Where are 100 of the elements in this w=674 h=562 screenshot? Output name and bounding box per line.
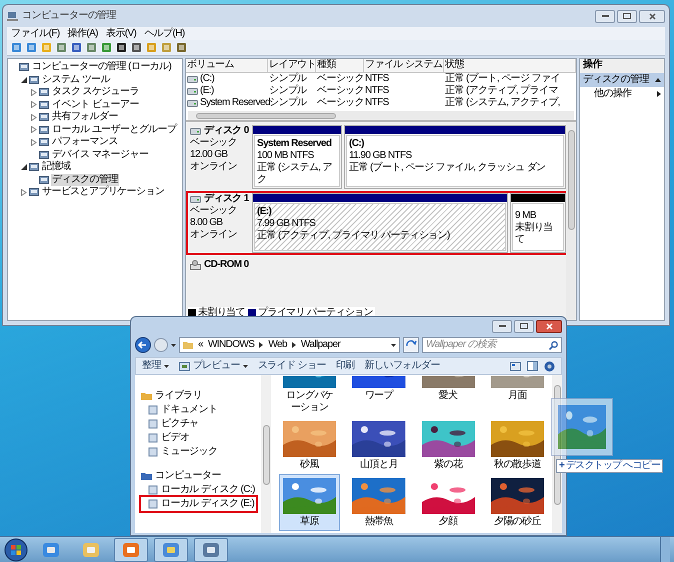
address-bar[interactable]: « WINDOWS Web Wallpaper [179,337,400,353]
column-header[interactable]: 種類 [316,59,364,72]
window-title: コンピューターの管理 [22,10,118,22]
close-button[interactable] [536,320,562,332]
toolbar-icon[interactable] [116,42,127,53]
menu-item[interactable]: 操作(A) [68,28,98,40]
vertical-scrollbar[interactable] [566,122,576,320]
tree-item[interactable]: デバイス マネージャー [51,148,150,161]
thumbnail[interactable]: 草原 [279,474,340,531]
thumbnail[interactable]: 山頂と月 [348,417,410,474]
column-header[interactable]: ボリューム [186,59,268,72]
collapse-arrow-icon[interactable] [21,164,27,170]
tree-item[interactable]: タスク スケジューラ [51,86,140,98]
thumbnail[interactable]: 砂風 [279,417,340,474]
view-icon[interactable] [510,362,521,370]
table-cell: (E:) [200,85,214,97]
nav-item[interactable]: ローカル ディスク (C:) [141,483,257,497]
minimize-button[interactable] [492,320,512,332]
toolbar-button[interactable]: スライド ショー [258,360,326,372]
collapse-arrow-icon[interactable] [21,76,27,83]
show-desktop-button[interactable] [660,536,670,562]
tree-item[interactable]: システム ツール [41,74,111,86]
close-button[interactable] [639,10,665,22]
tree-item[interactable]: ローカル ユーザーとグループ [51,124,178,136]
menu-item[interactable]: ヘルプ(H) [144,28,185,40]
help-icon[interactable] [544,360,555,372]
partition-name: (E:) [257,206,272,218]
table-cell: ベーシック [317,73,364,85]
nav-item[interactable]: ビデオ [141,431,192,445]
tree-item[interactable]: コンピューターの管理 (ローカル) [31,61,172,74]
close-icon [648,12,656,20]
thumbnail[interactable]: 月面 [486,375,548,417]
nav-item[interactable]: ローカル ディスク (E:) [141,497,256,511]
partition[interactable]: (C:) 11.90 GB NTFS 正常 (ブート, ページ ファイル, クラッシュ ダン [344,125,566,189]
column-header[interactable]: レイアウト [268,59,316,72]
taskbar-button[interactable] [194,538,228,562]
menu-item[interactable]: ファイル(F) [11,28,60,40]
nav-item[interactable]: ライブラリ [141,389,261,403]
section-header[interactable]: ディスクの管理 [580,73,664,87]
legend-label: 未割り当て [198,307,246,319]
thumbnail[interactable]: 愛犬 [418,375,479,417]
breadcrumb[interactable]: WINDOWS [208,339,254,351]
tree-item[interactable]: ディスクの管理 [51,174,119,186]
toolbar-button[interactable]: 新しいフォルダー [364,360,440,372]
toolbar-button[interactable]: プレビュー [178,360,248,372]
toolbar-button[interactable]: 印刷 [336,360,355,372]
toolbar-icon[interactable] [131,42,142,53]
tree-item[interactable]: パフォーマンス [51,136,119,148]
refresh-icon[interactable] [403,337,419,353]
maximize-button[interactable] [514,320,534,332]
column-header[interactable]: 状態 [444,59,576,72]
caret-icon[interactable] [171,344,176,346]
nav-item[interactable]: ドキュメント [141,403,220,417]
tree-item[interactable]: 共有フォルダー [51,111,119,124]
search-input[interactable]: Wallpaper の検索 [426,339,549,351]
taskbar-button[interactable] [114,538,148,562]
horizontal-scrollbar[interactable] [188,111,574,120]
app-icon [162,542,180,558]
toolbar-button[interactable]: 整理 [142,360,169,372]
vertical-scrollbar[interactable] [261,375,271,533]
expand-arrow-icon[interactable] [21,188,27,196]
thumbnail[interactable]: 紫の花 [418,417,479,474]
pane-icon[interactable] [527,361,538,371]
close-icon [546,322,552,330]
thumbnail[interactable]: 夕陽の砂丘 [486,474,548,531]
nav-item[interactable]: コンピューター [141,469,261,483]
caret-icon [242,364,248,368]
action-item[interactable]: 他の操作 [580,87,664,101]
start-button[interactable] [4,538,28,562]
thumbnail[interactable]: 熱帯魚 [348,474,410,531]
thumbnail[interactable]: ワープ [348,375,410,417]
table-cell: (C:) [200,73,214,85]
tree-item[interactable]: 記憶域 [41,161,72,174]
tree-item[interactable]: イベント ビューアー [51,98,140,111]
nav-item[interactable]: ミュージック [141,445,220,459]
tree-item[interactable]: サービスとアプリケーション [41,186,166,198]
breadcrumb[interactable]: Wallpaper [300,339,340,351]
thumbnail[interactable]: 夕顔 [418,474,479,531]
partition[interactable]: 9 MB 未割り当て [510,193,566,253]
drive-icon [187,100,198,106]
menu-item[interactable]: 表示(V) [106,28,136,40]
maximize-button[interactable] [617,10,637,22]
breadcrumb[interactable]: Web [268,339,287,351]
partition[interactable]: (E:) 7.99 GB NTFS 正常 (アクティブ, プライマリ パーティション) [252,193,508,253]
nav-item[interactable]: ピクチャ [141,417,201,431]
thumbnail-label: 月面 [508,390,527,402]
caret-icon[interactable] [391,344,396,346]
partition-size: 9 MB [515,210,537,222]
taskbar-button[interactable] [154,538,188,562]
preview-icon [178,362,190,370]
tile-icon [39,112,49,122]
back-button[interactable] [135,337,151,353]
drive-icon [190,128,201,134]
minimize-button[interactable] [595,10,615,22]
tile-icon [39,174,49,185]
search-field[interactable]: Wallpaper の検索 [422,337,562,353]
column-header[interactable]: ファイル システム [364,59,444,72]
thumbnail[interactable]: ロングバケーション [279,375,340,417]
thumbnail[interactable]: 秋の散歩道 [486,417,548,474]
partition[interactable]: System Reserved 100 MB NTFS 正常 (システム, アク [252,125,342,189]
